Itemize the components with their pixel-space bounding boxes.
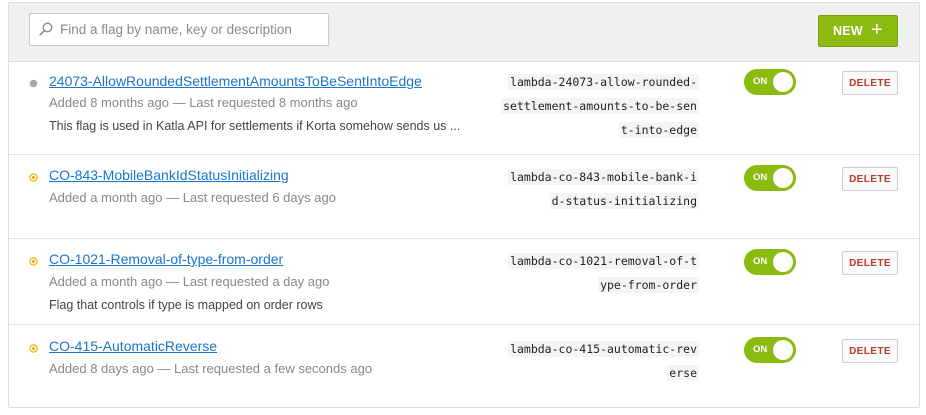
flag-key-line: erse	[667, 365, 699, 381]
delete-button[interactable]: DELETE	[842, 339, 898, 363]
toggle-label: ON	[753, 344, 768, 355]
flag-key-line: settlement-amounts-to-be-sen	[501, 98, 699, 114]
toggle-knob	[773, 340, 793, 360]
plus-icon: +	[871, 19, 884, 41]
flag-meta: Added 8 months ago — Last requested 8 mo…	[49, 95, 358, 110]
flag-name-link[interactable]: 24073-AllowRoundedSettlementAmountsToBeS…	[49, 73, 422, 89]
new-flag-button[interactable]: NEW +	[818, 15, 898, 47]
flag-name-link[interactable]: CO-1021-Removal-of-type-from-order	[49, 251, 283, 267]
delete-button[interactable]: DELETE	[842, 251, 898, 275]
flag-description: This flag is used in Katla API for settl…	[49, 119, 461, 133]
flag-key-line: lambda-co-415-automatic-rev	[508, 341, 699, 357]
flag-meta: Added a month ago — Last requested 6 day…	[49, 190, 336, 205]
flag-key-line: lambda-24073-allow-rounded-	[508, 74, 699, 90]
search-input[interactable]	[60, 14, 322, 45]
delete-button[interactable]: DELETE	[842, 71, 898, 95]
flag-key-line: ype-from-order	[598, 277, 699, 293]
flag-key-line: lambda-co-1021-removal-of-t	[508, 253, 699, 269]
flag-row: CO-843-MobileBankIdStatusInitializing Ad…	[9, 155, 919, 239]
toggle-label: ON	[753, 76, 768, 87]
search-box[interactable]	[29, 13, 329, 46]
flag-meta: Added 8 days ago — Last requested a few …	[49, 361, 373, 376]
flag-meta: Added a month ago — Last requested a day…	[49, 274, 330, 289]
flag-toggle[interactable]: ON	[744, 69, 796, 95]
status-dot-icon	[29, 79, 38, 88]
flag-key-line: t-into-edge	[618, 122, 699, 138]
flag-row: CO-415-AutomaticReverse Added 8 days ago…	[9, 325, 919, 407]
flag-name-link[interactable]: CO-843-MobileBankIdStatusInitializing	[49, 167, 289, 183]
flag-key: lambda-co-1021-removal-of-t ype-from-ord…	[508, 249, 699, 297]
toggle-knob	[773, 252, 793, 272]
flag-row: 24073-AllowRoundedSettlementAmountsToBeS…	[9, 62, 919, 155]
flag-toggle[interactable]: ON	[744, 337, 796, 363]
flag-key: lambda-co-843-mobile-bank-i d-status-ini…	[508, 165, 699, 213]
status-dot-icon	[29, 257, 38, 266]
flag-key-line: d-status-initializing	[549, 193, 699, 209]
flag-toggle[interactable]: ON	[744, 249, 796, 275]
toolbar: NEW +	[9, 3, 919, 62]
toggle-knob	[773, 72, 793, 92]
search-icon	[39, 22, 53, 36]
new-button-label: NEW	[832, 24, 864, 38]
status-dot-icon	[29, 344, 38, 353]
flag-name-link[interactable]: CO-415-AutomaticReverse	[49, 338, 217, 354]
toggle-label: ON	[753, 256, 768, 267]
delete-button[interactable]: DELETE	[842, 167, 898, 191]
toggle-label: ON	[753, 172, 768, 183]
flags-panel: NEW + 24073-AllowRoundedSettlementAmount…	[8, 2, 920, 408]
flag-row: CO-1021-Removal-of-type-from-order Added…	[9, 239, 919, 325]
flag-toggle[interactable]: ON	[744, 165, 796, 191]
flag-description: Flag that controls if type is mapped on …	[49, 298, 323, 312]
flag-key: lambda-co-415-automatic-rev erse	[508, 337, 699, 385]
flag-key: lambda-24073-allow-rounded- settlement-a…	[501, 70, 699, 142]
status-dot-icon	[29, 173, 38, 182]
toggle-knob	[773, 168, 793, 188]
flag-key-line: lambda-co-843-mobile-bank-i	[508, 169, 699, 185]
